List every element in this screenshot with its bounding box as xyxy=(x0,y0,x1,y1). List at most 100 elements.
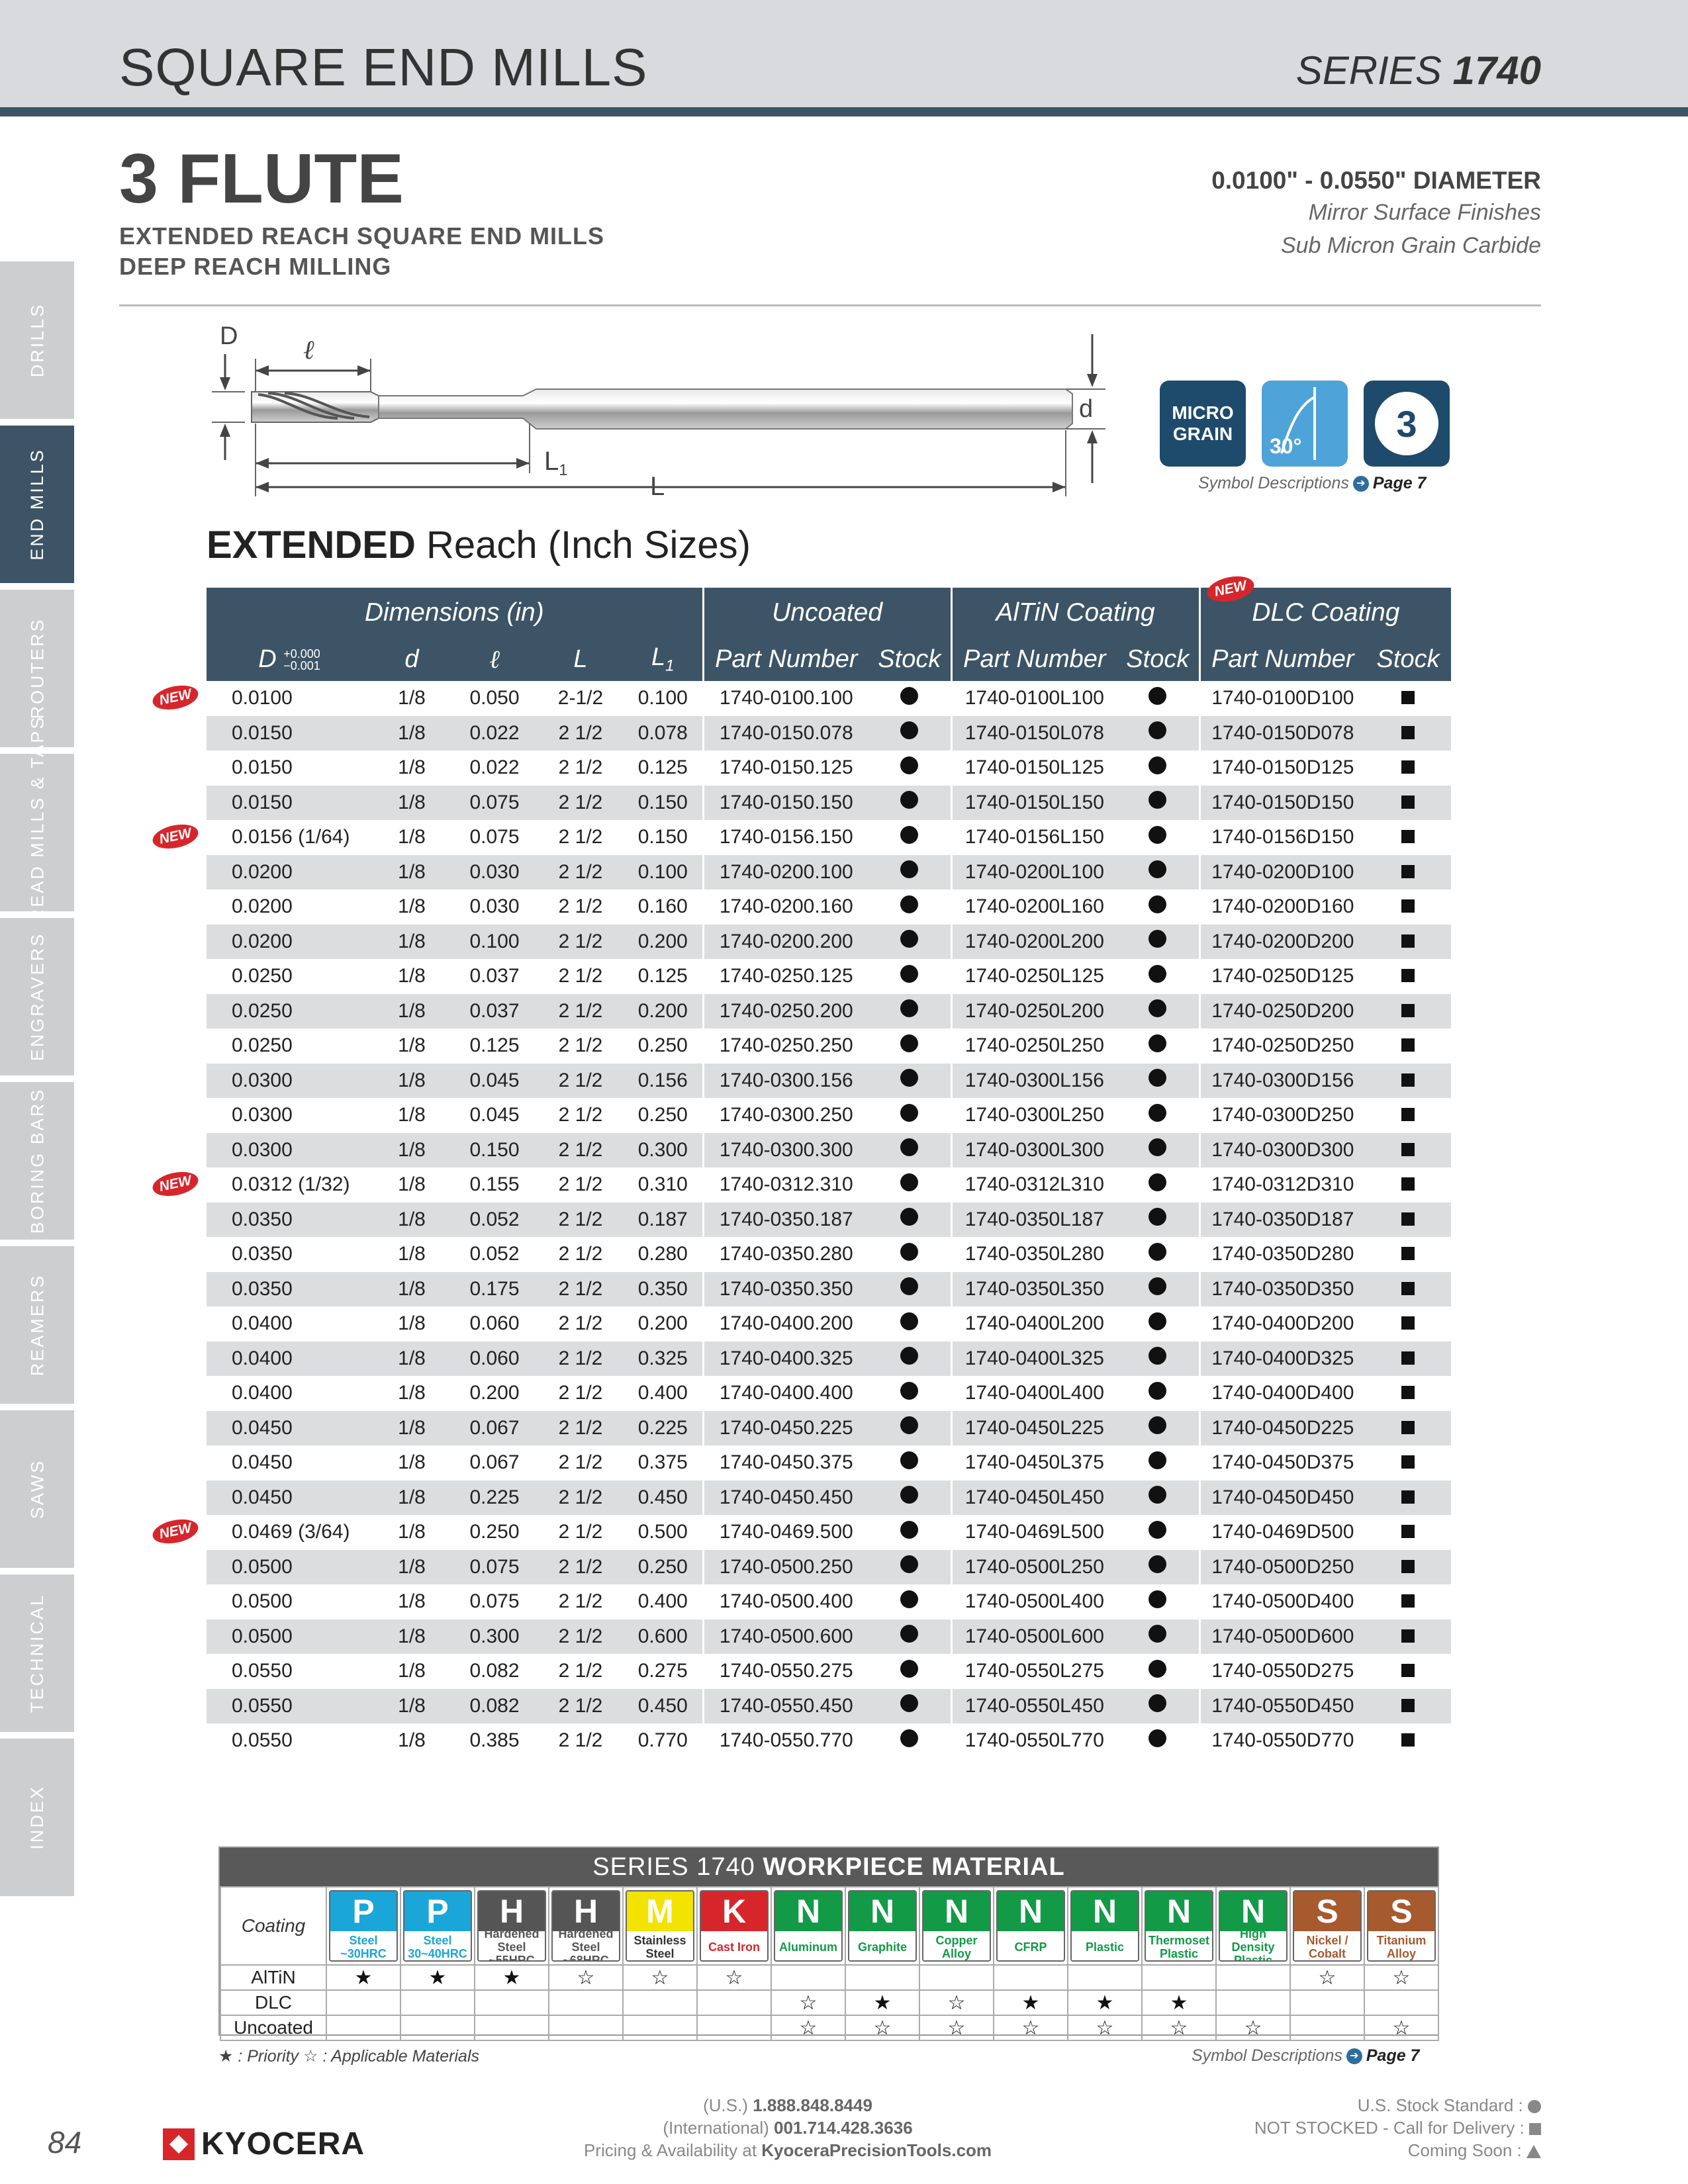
cell-altin-part: 1740-0312L310 xyxy=(950,1167,1117,1203)
cell-altin-part-text: 1740-0350L280 xyxy=(964,1243,1104,1265)
new-badge: NEW xyxy=(150,682,201,713)
cell-flute-length-text: 0.030 xyxy=(469,895,520,918)
cell-reach-text: 0.200 xyxy=(637,930,688,952)
cell-flute-length: 0.385 xyxy=(451,1723,538,1758)
not-stocked-square-icon xyxy=(1401,795,1415,809)
cell-overall-length: 2 1/2 xyxy=(538,1688,624,1723)
cell-diameter: 0.0500 xyxy=(207,1584,372,1619)
cell-altin-stock xyxy=(1117,1619,1200,1654)
cell-reach-text: 0.100 xyxy=(637,860,688,883)
stock-dot-icon xyxy=(900,1381,919,1400)
cell-reach-text: 0.078 xyxy=(637,721,688,744)
table-row: 0.0250 1/8 0.125 2 1/2 0.250 1740-0250.250 174… xyxy=(207,1028,1451,1064)
cell-uncoated-stock xyxy=(868,993,952,1028)
cell-dlc-part: 1740-0350D350 xyxy=(1198,1271,1366,1306)
cell-dlc-stock xyxy=(1365,993,1452,1028)
cell-diameter: 0.0150 xyxy=(207,751,372,786)
cell-reach: 0.400 xyxy=(624,1584,703,1619)
cell-altin-part: 1740-0100L100 xyxy=(950,681,1117,716)
cell-diameter-text: 0.0450 xyxy=(232,1486,293,1508)
cell-diameter: 0.0250 xyxy=(207,1028,372,1064)
material-card-h: H Hardened Steel ~68HRC xyxy=(551,1890,620,1962)
cell-dlc-part: 1740-0150D150 xyxy=(1198,785,1366,820)
sidebar-tab-index[interactable]: INDEX xyxy=(0,1739,74,1896)
cell-overall-length: 2 1/2 xyxy=(538,1584,624,1619)
cell-uncoated-part-text: 1740-0500.600 xyxy=(719,1625,853,1647)
cell-altin-part: 1740-0250L125 xyxy=(950,959,1117,994)
workpiece-material-table: Coating P Steel ~30HRC P Steel 30~40HRC H Hard… xyxy=(220,1886,1439,2041)
cell-shank: 1/8 xyxy=(372,1132,451,1167)
cell-altin-part: 1740-0350L350 xyxy=(950,1271,1117,1306)
cell-shank-text: 1/8 xyxy=(398,1625,426,1647)
cell-dlc-part: 1740-0300D300 xyxy=(1198,1132,1366,1167)
cell-uncoated-part: 1740-0550.770 xyxy=(702,1723,869,1758)
cell-flute-length-text: 0.060 xyxy=(469,1312,520,1335)
stock-dot-icon xyxy=(900,1103,919,1122)
cell-altin-part: 1740-0469L500 xyxy=(950,1515,1117,1550)
cell-overall-length: 2 1/2 xyxy=(538,1654,624,1689)
symbol-descriptions-link[interactable]: Symbol Descriptions ➔ Page 7 xyxy=(1198,474,1426,493)
cell-overall-length: 2 1/2 xyxy=(538,1098,624,1133)
material-letter: H xyxy=(553,1891,619,1931)
cell-dlc-stock xyxy=(1365,1202,1452,1237)
material-letter: P xyxy=(330,1891,397,1931)
cell-dlc-part-text: 1740-0500D400 xyxy=(1211,1590,1354,1613)
cell-reach: 0.400 xyxy=(624,1376,703,1411)
cell-dlc-part-text: 1740-0450D450 xyxy=(1211,1486,1354,1508)
sidebar-tab-boring-bars[interactable]: BORING BARS xyxy=(0,1082,74,1240)
sidebar-tab-saws[interactable]: SAWS xyxy=(0,1410,74,1568)
cell-diameter-text: 0.0156 (1/64) xyxy=(232,826,350,848)
cell-overall-length-text: 2 1/2 xyxy=(558,999,603,1022)
cell-uncoated-part-text: 1740-0400.400 xyxy=(719,1382,853,1404)
cell-altin-part: 1740-0300L250 xyxy=(950,1098,1117,1133)
sidebar-tab-technical[interactable]: TECHNICAL xyxy=(0,1574,74,1732)
empty-cell xyxy=(771,1964,846,1991)
cell-diameter: 0.0300 xyxy=(207,1063,372,1098)
sidebar-tab-reamers[interactable]: REAMERS xyxy=(0,1246,74,1404)
cell-shank: 1/8 xyxy=(372,1688,451,1723)
stock-dot-icon xyxy=(1149,1381,1167,1400)
cell-overall-length-text: 2 1/2 xyxy=(558,1660,603,1682)
sidebar-tab-thread-mills-taps[interactable]: THREAD MILLS & TAPS xyxy=(0,715,74,950)
cell-uncoated-part: 1740-0250.250 xyxy=(702,1028,869,1064)
sidebar-tab-engravers[interactable]: ENGRAVERS xyxy=(0,918,74,1075)
stock-dot-icon xyxy=(900,1520,919,1539)
applicable-star-icon: ☆ xyxy=(1215,2015,1291,2041)
cell-dlc-part: 1740-0200D160 xyxy=(1198,889,1366,925)
material-symbol-descriptions-link[interactable]: Symbol Descriptions ➔ Page 7 xyxy=(1192,2046,1419,2066)
page-number: 84 xyxy=(48,2125,82,2160)
cell-dlc-part-text: 1740-0450D225 xyxy=(1211,1416,1354,1439)
material-row-dlc: DLC ☆ ★ ☆ ★ ★ ★ xyxy=(220,1989,1439,2016)
cell-uncoated-stock xyxy=(868,1410,952,1445)
material-card-k: K Cast Iron xyxy=(700,1890,769,1962)
cell-flute-length: 0.045 xyxy=(451,1063,538,1098)
table-row: 0.0550 1/8 0.082 2 1/2 0.275 1740-0550.275 174… xyxy=(207,1654,1451,1689)
sidebar-tab-label: ENGRAVERS xyxy=(27,932,48,1062)
cell-reach: 0.150 xyxy=(624,820,703,855)
cell-overall-length: 2 1/2 xyxy=(538,1376,624,1411)
stock-dot-icon xyxy=(1149,825,1167,844)
website-link[interactable]: KyoceraPrecisionTools.com xyxy=(761,2140,992,2160)
cell-dlc-part: 1740-0300D156 xyxy=(1198,1063,1366,1098)
cell-uncoated-stock xyxy=(868,1063,952,1098)
material-desc: Cast Iron xyxy=(701,1931,767,1960)
priority-star-icon: ★ xyxy=(845,1989,920,2016)
cell-altin-stock xyxy=(1117,1063,1200,1098)
sidebar-tab-end-mills[interactable]: END MILLS xyxy=(0,426,74,583)
col-l: ℓ xyxy=(451,637,538,681)
cell-diameter-text: 0.0350 xyxy=(232,1208,293,1230)
material-card-n: N Copper Alloy xyxy=(922,1890,991,1962)
cell-altin-part-text: 1740-0550L275 xyxy=(964,1660,1104,1682)
cell-altin-stock xyxy=(1117,1688,1200,1723)
cell-diameter-text: 0.0100 xyxy=(232,687,293,709)
empty-cell xyxy=(1215,1989,1291,2016)
stock-dot-icon xyxy=(900,1625,919,1643)
cell-overall-length-text: 2 1/2 xyxy=(558,1451,603,1474)
cell-dlc-part-text: 1740-0200D100 xyxy=(1211,860,1354,883)
sidebar-tab-drills[interactable]: DRILLS xyxy=(0,261,74,419)
cell-altin-stock xyxy=(1117,681,1199,716)
not-stocked-square-icon xyxy=(1401,1003,1415,1017)
cell-diameter-text: 0.0500 xyxy=(232,1555,293,1578)
material-card-n: N High Density Plastic xyxy=(1219,1890,1288,1962)
cell-altin-part-text: 1740-0500L250 xyxy=(964,1555,1104,1578)
